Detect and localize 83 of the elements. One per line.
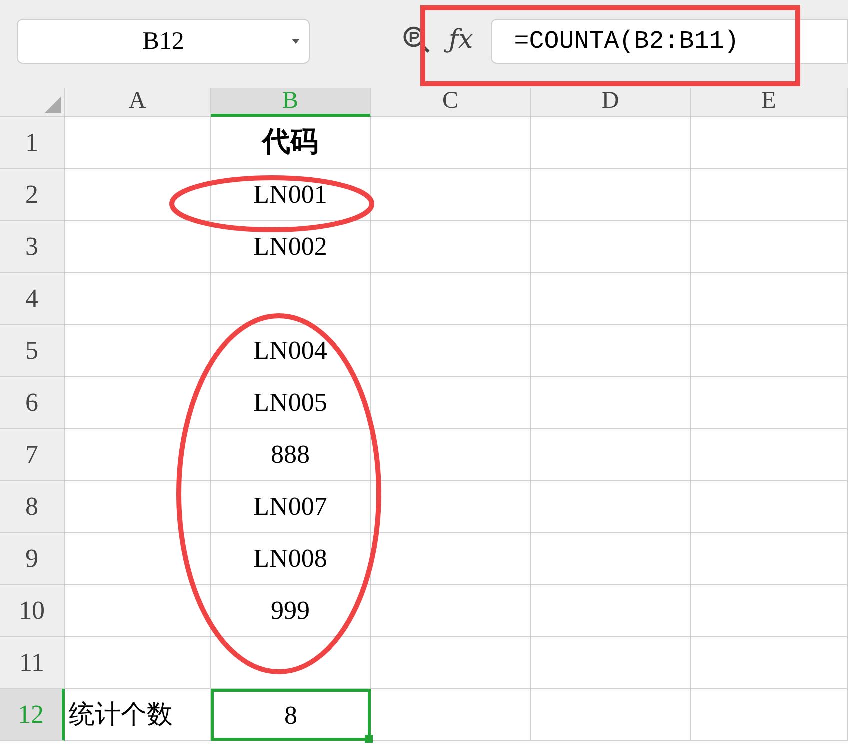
column-header[interactable]: D — [531, 88, 691, 117]
dropdown-icon[interactable] — [292, 39, 300, 45]
cell[interactable] — [65, 377, 211, 429]
cell[interactable]: LN007 — [211, 481, 371, 533]
row-header[interactable]: 6 — [0, 377, 65, 429]
cell[interactable] — [65, 325, 211, 377]
select-all-corner[interactable] — [0, 88, 65, 117]
name-box[interactable]: B12 — [17, 19, 310, 64]
row-header[interactable]: 9 — [0, 533, 65, 585]
cell[interactable] — [531, 325, 691, 377]
cell[interactable]: 代码 — [211, 117, 371, 169]
row-header[interactable]: 8 — [0, 481, 65, 533]
cell[interactable] — [691, 169, 848, 221]
cell[interactable]: LN001 — [211, 169, 371, 221]
cell[interactable] — [531, 377, 691, 429]
cell[interactable] — [371, 429, 531, 481]
fill-handle[interactable] — [365, 735, 373, 743]
row-header[interactable]: 1 — [0, 117, 65, 169]
cell[interactable] — [65, 637, 211, 689]
cell[interactable] — [371, 637, 531, 689]
cell[interactable] — [371, 117, 531, 169]
cell[interactable] — [211, 273, 371, 325]
cell[interactable] — [531, 585, 691, 637]
cell[interactable] — [691, 689, 848, 741]
cell[interactable] — [531, 273, 691, 325]
cell[interactable] — [531, 481, 691, 533]
row-header[interactable]: 5 — [0, 325, 65, 377]
cell-reference: B12 — [142, 26, 184, 57]
cell[interactable] — [531, 533, 691, 585]
row-header[interactable]: 4 — [0, 273, 65, 325]
formula-field[interactable]: =COUNTA(B2:B11) — [491, 19, 848, 64]
cell[interactable] — [371, 169, 531, 221]
cell[interactable] — [691, 429, 848, 481]
cell[interactable] — [531, 429, 691, 481]
row-header[interactable]: 3 — [0, 221, 65, 273]
cell[interactable] — [65, 429, 211, 481]
column-header[interactable]: E — [691, 88, 848, 117]
cell[interactable] — [691, 273, 848, 325]
cell[interactable]: LN004 — [211, 325, 371, 377]
cell[interactable]: LN008 — [211, 533, 371, 585]
cell[interactable] — [691, 533, 848, 585]
cell[interactable] — [371, 325, 531, 377]
cell[interactable]: 统计个数 — [65, 689, 211, 741]
cell[interactable] — [371, 533, 531, 585]
cell[interactable] — [691, 325, 848, 377]
cell[interactable] — [691, 585, 848, 637]
cell[interactable] — [65, 169, 211, 221]
cell[interactable] — [211, 637, 371, 689]
cell[interactable]: 8 — [211, 689, 371, 741]
cell[interactable] — [531, 117, 691, 169]
row-header[interactable]: 11 — [0, 637, 65, 689]
row-header[interactable]: 2 — [0, 169, 65, 221]
cell[interactable]: 999 — [211, 585, 371, 637]
cell[interactable] — [691, 221, 848, 273]
fx-button[interactable]: ƒx — [446, 23, 476, 57]
cell[interactable]: LN005 — [211, 377, 371, 429]
cell[interactable] — [531, 689, 691, 741]
cell[interactable] — [371, 481, 531, 533]
cell[interactable] — [65, 481, 211, 533]
cell[interactable] — [371, 585, 531, 637]
cell[interactable] — [531, 169, 691, 221]
cell[interactable] — [531, 637, 691, 689]
cell[interactable] — [691, 117, 848, 169]
cell[interactable]: LN002 — [211, 221, 371, 273]
cell[interactable] — [65, 585, 211, 637]
cell[interactable] — [691, 481, 848, 533]
row-header[interactable]: 7 — [0, 429, 65, 481]
corner-triangle-icon — [45, 97, 61, 113]
search-icon[interactable] — [402, 25, 432, 55]
cell[interactable]: 888 — [211, 429, 371, 481]
cell[interactable] — [65, 533, 211, 585]
cell[interactable] — [691, 637, 848, 689]
cell[interactable] — [371, 221, 531, 273]
cell[interactable] — [65, 273, 211, 325]
cell[interactable] — [371, 689, 531, 741]
cell[interactable] — [65, 221, 211, 273]
cell[interactable] — [691, 377, 848, 429]
cell[interactable] — [531, 221, 691, 273]
cell[interactable] — [65, 117, 211, 169]
row-header[interactable]: 10 — [0, 585, 65, 637]
cell[interactable] — [371, 273, 531, 325]
column-header[interactable]: A — [65, 88, 211, 117]
column-header[interactable]: C — [371, 88, 531, 117]
